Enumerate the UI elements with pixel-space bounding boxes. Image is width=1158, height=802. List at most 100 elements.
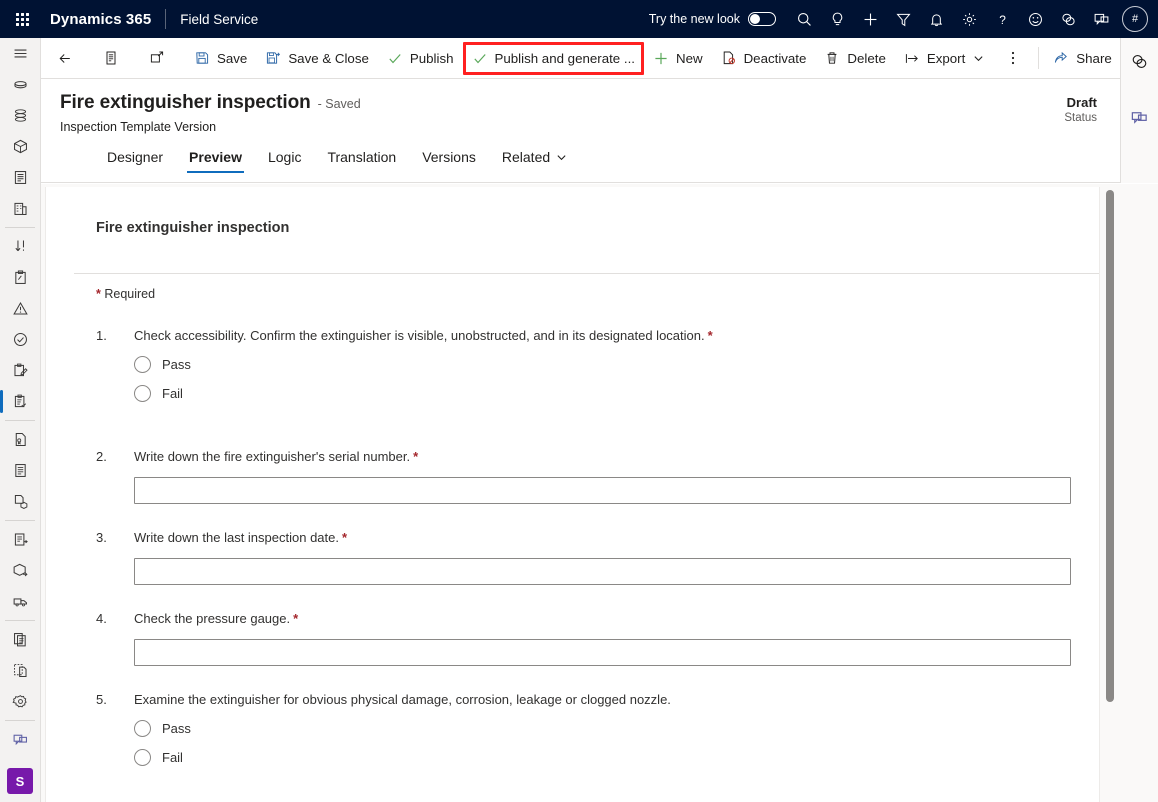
- last-inspection-date-input[interactable]: [134, 558, 1071, 585]
- command-bar: Save Save & Close Publish Publish and ge…: [41, 38, 1158, 79]
- filter-icon[interactable]: [887, 0, 920, 38]
- try-new-look-toggle[interactable]: Try the new look: [649, 12, 776, 26]
- popout-button[interactable]: [139, 43, 175, 74]
- inspection-heading: Fire extinguisher inspection: [96, 220, 290, 236]
- save-and-close-label: Save & Close: [288, 50, 369, 66]
- radio-option[interactable]: Pass: [134, 356, 1076, 373]
- teams-icon[interactable]: [0, 724, 40, 755]
- gear-icon[interactable]: [953, 0, 986, 38]
- pinned-icon[interactable]: [0, 100, 40, 131]
- delete-button[interactable]: Delete: [815, 43, 894, 74]
- question-number: 1.: [96, 328, 107, 343]
- clipboard-icon[interactable]: [0, 262, 40, 293]
- export-button[interactable]: Export: [895, 43, 993, 74]
- search-icon[interactable]: [788, 0, 821, 38]
- radio-option-label: Fail: [162, 750, 183, 765]
- copy-doc-icon[interactable]: [0, 624, 40, 655]
- radio-button-icon[interactable]: [134, 720, 151, 737]
- hamburger-icon[interactable]: [0, 38, 40, 69]
- question-number: 3.: [96, 530, 107, 545]
- purchase-doc-icon[interactable]: [0, 524, 40, 555]
- left-navigation-rail: S: [0, 38, 41, 802]
- settings-gear-icon[interactable]: [0, 686, 40, 717]
- question-item: 3. Write down the last inspection date. *: [96, 529, 1076, 585]
- save-button[interactable]: Save: [185, 43, 256, 74]
- tab-related[interactable]: Related: [489, 143, 580, 173]
- rail-divider: [5, 720, 35, 721]
- radio-option[interactable]: Fail: [134, 385, 1076, 402]
- form-tab-list: Designer Preview Logic Translation Versi…: [94, 143, 580, 173]
- plus-icon[interactable]: [854, 0, 887, 38]
- nav-divider: [165, 9, 167, 29]
- question-text: Write down the fire extinguisher's seria…: [134, 448, 418, 465]
- bell-icon[interactable]: [920, 0, 953, 38]
- back-button[interactable]: [47, 43, 83, 74]
- required-marker: *: [342, 530, 348, 545]
- smiley-icon[interactable]: [1019, 0, 1052, 38]
- question-number: 2.: [96, 449, 107, 464]
- clipboard-check-icon[interactable]: [0, 386, 40, 417]
- radio-option[interactable]: Fail: [134, 749, 1076, 766]
- serial-number-input[interactable]: [134, 477, 1071, 504]
- pressure-gauge-input[interactable]: [134, 639, 1071, 666]
- quote-doc-icon[interactable]: [0, 424, 40, 455]
- tab-preview-label: Preview: [189, 149, 242, 165]
- deactivate-button[interactable]: Deactivate: [712, 43, 816, 74]
- copilot-icon[interactable]: [1052, 0, 1085, 38]
- radio-button-icon[interactable]: [134, 385, 151, 402]
- page-title: Fire extinguisher inspection: [60, 92, 311, 113]
- inventory-box-icon[interactable]: [0, 555, 40, 586]
- back-arrow-icon: [57, 50, 73, 66]
- top-navigation-bar: Dynamics 365 Field Service Try the new l…: [0, 0, 1158, 38]
- question-row: 3. Write down the last inspection date. *: [96, 529, 1076, 546]
- agreements-icon[interactable]: [0, 162, 40, 193]
- plus-icon: [653, 50, 669, 66]
- more-commands-button[interactable]: [993, 43, 1033, 74]
- brand-title: Dynamics 365: [50, 10, 152, 28]
- sandbox-badge[interactable]: S: [7, 768, 33, 794]
- new-look-switch[interactable]: [748, 12, 776, 26]
- lightbulb-icon[interactable]: [821, 0, 854, 38]
- app-name-label: Field Service: [180, 11, 259, 27]
- accounts-icon[interactable]: [0, 193, 40, 224]
- tab-designer[interactable]: Designer: [94, 143, 176, 173]
- assets-icon[interactable]: [0, 131, 40, 162]
- record-header: Fire extinguisher inspection - Saved Ins…: [41, 79, 1120, 261]
- tab-versions[interactable]: Versions: [409, 143, 489, 173]
- teams-chat-icon[interactable]: [1125, 104, 1155, 130]
- truck-icon[interactable]: [0, 586, 40, 617]
- required-marker: *: [707, 328, 713, 343]
- app-launcher-icon[interactable]: [0, 0, 44, 38]
- recent-icon[interactable]: [0, 69, 40, 100]
- chevron-down-icon[interactable]: [972, 53, 984, 64]
- radio-button-icon[interactable]: [134, 356, 151, 373]
- radio-button-icon[interactable]: [134, 749, 151, 766]
- tab-preview[interactable]: Preview: [176, 143, 255, 173]
- avatar[interactable]: #: [1118, 0, 1152, 38]
- status-value: Draft: [1066, 95, 1097, 110]
- tab-translation[interactable]: Translation: [314, 143, 409, 173]
- question-item: 1. Check accessibility. Confirm the exti…: [96, 327, 1076, 402]
- product-doc-icon[interactable]: [0, 486, 40, 517]
- question-label: Examine the extinguisher for obvious phy…: [134, 692, 671, 707]
- invoice-doc-icon[interactable]: [0, 455, 40, 486]
- save-and-close-button[interactable]: Save & Close: [256, 43, 378, 74]
- publish-button[interactable]: Publish: [378, 43, 463, 74]
- question-icon[interactable]: ?: [986, 0, 1019, 38]
- publish-and-generate-button[interactable]: Publish and generate ...: [462, 41, 644, 75]
- copilot-icon[interactable]: [1125, 48, 1155, 74]
- warning-icon[interactable]: [0, 293, 40, 324]
- deactivate-icon: [721, 50, 737, 66]
- clipboard-edit-icon[interactable]: [0, 355, 40, 386]
- teams-chat-icon[interactable]: [1085, 0, 1118, 38]
- sort-icon[interactable]: [0, 231, 40, 262]
- chevron-down-icon[interactable]: [555, 152, 567, 163]
- dashed-doc-icon[interactable]: [0, 655, 40, 686]
- tab-logic[interactable]: Logic: [255, 143, 314, 173]
- radio-option-label: Pass: [162, 721, 191, 736]
- new-button[interactable]: New: [644, 43, 712, 74]
- check-circle-icon[interactable]: [0, 324, 40, 355]
- form-selector-button[interactable]: [93, 43, 129, 74]
- radio-option[interactable]: Pass: [134, 720, 1076, 737]
- content-scrollbar-thumb[interactable]: [1106, 190, 1114, 702]
